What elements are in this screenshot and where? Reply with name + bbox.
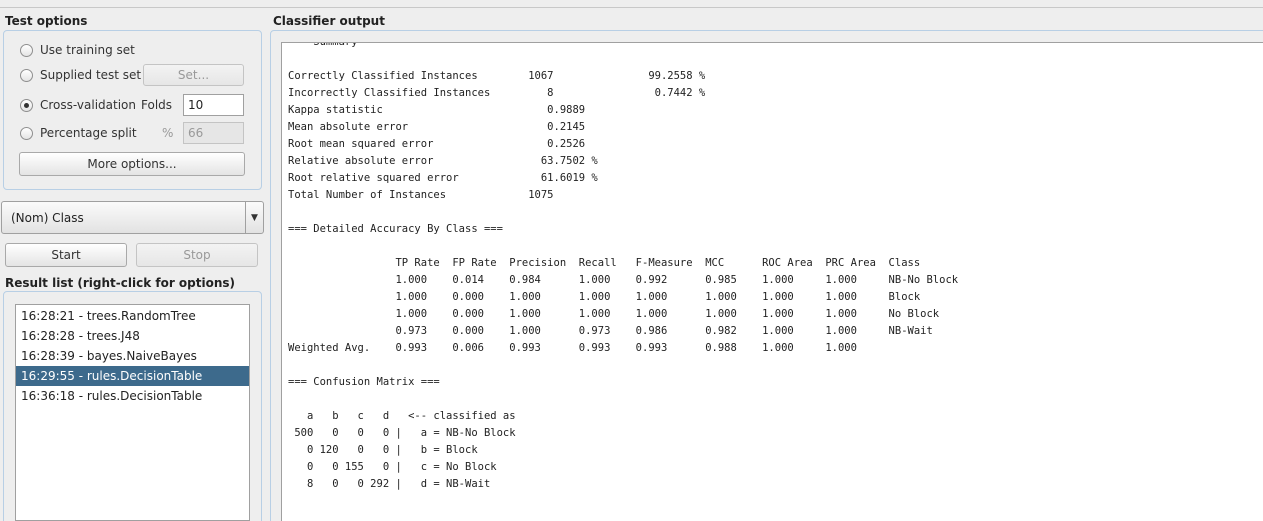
- stop-button[interactable]: Stop: [136, 243, 258, 267]
- cross-validation-label: Cross-validation: [40, 98, 136, 112]
- top-toolbar-edge: [0, 0, 1263, 8]
- chevron-down-icon[interactable]: ▼: [245, 202, 263, 233]
- supplied-test-set-option[interactable]: Supplied test set: [20, 68, 141, 82]
- percentage-split-option[interactable]: Percentage split: [20, 126, 137, 140]
- use-training-set-label: Use training set: [40, 43, 135, 57]
- supplied-test-set-radio[interactable]: [20, 68, 33, 82]
- result-item-random-tree[interactable]: 16:28:21 - trees.RandomTree: [16, 306, 249, 326]
- use-training-set-option[interactable]: Use training set: [20, 43, 135, 57]
- percentage-input[interactable]: 66: [183, 122, 244, 144]
- class-select[interactable]: (Nom) Class ▼: [1, 201, 264, 234]
- supplied-test-set-label: Supplied test set: [40, 68, 142, 82]
- use-training-set-radio[interactable]: [20, 43, 33, 57]
- start-button[interactable]: Start: [5, 243, 127, 267]
- folds-label: Folds: [141, 98, 173, 112]
- percentage-split-radio[interactable]: [20, 126, 33, 140]
- cross-validation-radio[interactable]: [20, 98, 33, 112]
- more-options-button[interactable]: More options...: [19, 152, 245, 176]
- result-item-decision-table-selected[interactable]: 16:29:55 - rules.DecisionTable: [16, 366, 249, 386]
- classifier-output-title: Classifier output: [273, 14, 385, 28]
- percentage-split-label: Percentage split: [40, 126, 137, 140]
- result-list[interactable]: 16:28:21 - trees.RandomTree 16:28:28 - t…: [15, 304, 250, 521]
- class-select-value: (Nom) Class: [11, 211, 84, 225]
- folds-input[interactable]: 10: [183, 94, 244, 116]
- result-item-decision-table[interactable]: 16:36:18 - rules.DecisionTable: [16, 386, 249, 406]
- classifier-output-text: === Summary === Correctly Classified Ins…: [288, 42, 959, 490]
- set-button[interactable]: Set...: [143, 64, 244, 86]
- cross-validation-option[interactable]: Cross-validation: [20, 98, 136, 112]
- result-item-naive-bayes[interactable]: 16:28:39 - bayes.NaiveBayes: [16, 346, 249, 366]
- test-options-title: Test options: [5, 14, 88, 28]
- result-list-title: Result list (right-click for options): [5, 276, 236, 290]
- percent-label: %: [162, 126, 174, 140]
- result-item-j48[interactable]: 16:28:28 - trees.J48: [16, 326, 249, 346]
- classifier-output-textarea[interactable]: === Summary === Correctly Classified Ins…: [281, 42, 1263, 521]
